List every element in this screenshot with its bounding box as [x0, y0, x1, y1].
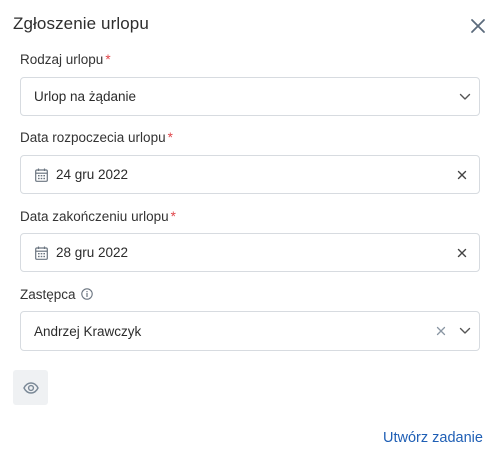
dialog-title: Zgłoszenie urlopu — [13, 14, 149, 33]
leave-type-label: Rodzaj urlopu * — [20, 52, 111, 67]
substitute-label: Zastępca — [20, 287, 76, 302]
end-date-label: Data zakończeniu urlopu * — [20, 209, 176, 224]
end-date-value: 28 gru 2022 — [56, 245, 129, 260]
required-asterisk: * — [170, 209, 176, 224]
clear-icon[interactable] — [455, 168, 469, 182]
eye-icon — [22, 381, 39, 394]
calendar-icon — [35, 168, 48, 182]
leave-request-dialog: Zgłoszenie urlopu Rodzaj urlopu * Urlop n… — [0, 0, 500, 468]
start-date-value: 24 gru 2022 — [56, 167, 129, 182]
leave-type-value: Urlop na żądanie — [34, 89, 137, 104]
required-asterisk: * — [167, 130, 173, 145]
chevron-down-icon[interactable] — [458, 324, 472, 338]
chevron-down-icon[interactable] — [458, 90, 472, 104]
create-task-button[interactable]: Utwórz zadanie — [383, 430, 483, 446]
end-date-field[interactable]: 28 gru 2022 — [20, 233, 480, 272]
preview-button[interactable] — [13, 370, 48, 405]
close-icon — [471, 19, 485, 33]
info-icon[interactable] — [81, 288, 93, 300]
leave-type-select[interactable]: Urlop na żądanie — [20, 77, 480, 116]
substitute-select[interactable]: Andrzej Krawczyk — [20, 311, 480, 351]
required-asterisk: * — [105, 52, 111, 67]
close-button[interactable] — [466, 14, 490, 38]
start-date-label: Data rozpoczecia urlopu * — [20, 130, 173, 145]
calendar-icon — [35, 246, 48, 260]
clear-icon[interactable] — [455, 246, 469, 260]
substitute-value: Andrzej Krawczyk — [34, 323, 142, 339]
start-date-field[interactable]: 24 gru 2022 — [20, 155, 480, 194]
clear-icon[interactable] — [434, 324, 448, 338]
